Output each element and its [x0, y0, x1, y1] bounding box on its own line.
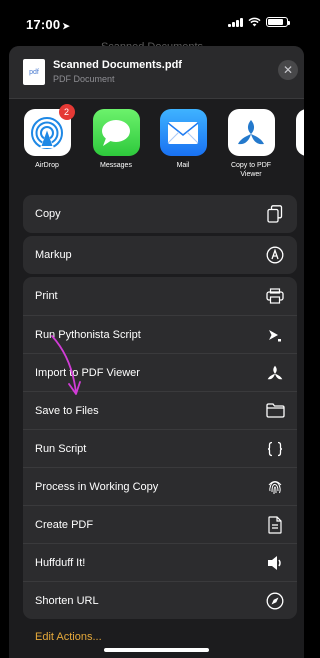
- actions-list-card: Print Run Pythonista Script Import to PD…: [23, 277, 297, 619]
- printer-icon: [265, 286, 285, 306]
- markup-icon: [265, 245, 285, 265]
- notification-badge: 2: [58, 104, 75, 120]
- app-label: Copy to PDF Viewer: [230, 162, 272, 178]
- status-bar: 17:00 ➤: [0, 0, 304, 44]
- app-label: G: [289, 161, 304, 170]
- copy-card: Copy: [23, 195, 297, 233]
- edit-actions-link[interactable]: Edit Actions...: [35, 631, 102, 643]
- action-huffduff-it[interactable]: Huffduff It!: [23, 543, 297, 581]
- action-print[interactable]: Print: [23, 277, 297, 315]
- mail-icon: [159, 109, 207, 156]
- close-button[interactable]: ✕: [278, 60, 298, 80]
- pdf-viewer-icon: [265, 363, 285, 383]
- speaker-icon: [265, 553, 285, 573]
- app-airdrop[interactable]: 2 AirDrop: [17, 104, 77, 170]
- pdf-thumbnail-label: pdf: [29, 68, 39, 76]
- partial-app-icon: [295, 109, 304, 156]
- action-label: Run Script: [35, 442, 87, 455]
- action-save-to-files[interactable]: Save to Files: [23, 391, 297, 429]
- cellular-signal-icon: [228, 17, 243, 27]
- battery-icon: [266, 17, 290, 27]
- app-copy-to-pdf-viewer[interactable]: Copy to PDF Viewer: [221, 109, 281, 179]
- action-run-pythonista-script[interactable]: Run Pythonista Script: [23, 315, 297, 353]
- braces-icon: [265, 439, 285, 459]
- action-label: Shorten URL: [35, 594, 99, 607]
- document-icon: [265, 515, 285, 535]
- action-process-in-working-copy[interactable]: Process in Working Copy: [23, 467, 297, 505]
- action-markup[interactable]: Markup: [23, 236, 297, 274]
- compass-icon: [265, 591, 285, 611]
- status-time: 17:00 ➤: [26, 17, 70, 32]
- action-label: Copy: [35, 208, 61, 220]
- action-label: Print: [35, 290, 58, 302]
- pdf-viewer-icon: [227, 109, 275, 156]
- location-icon: ➤: [62, 21, 70, 31]
- file-name: Scanned Documents.pdf: [53, 59, 182, 71]
- action-run-script[interactable]: Run Script: [23, 429, 297, 467]
- app-messages[interactable]: Messages: [86, 109, 146, 170]
- app-label: Messages: [100, 162, 132, 169]
- action-label: Import to PDF Viewer: [35, 366, 140, 379]
- airdrop-icon: 2: [23, 104, 75, 156]
- status-icons: [228, 17, 290, 27]
- action-label: Markup: [35, 249, 72, 261]
- action-create-pdf[interactable]: Create PDF: [23, 505, 297, 543]
- share-sheet: pdf Scanned Documents.pdf PDF Document ✕…: [9, 46, 304, 658]
- home-indicator[interactable]: [104, 648, 209, 652]
- app-label: Mail: [176, 162, 190, 169]
- app-partial[interactable]: G: [289, 109, 304, 170]
- pythonista-icon: [265, 325, 285, 345]
- share-sheet-header: pdf Scanned Documents.pdf PDF Document ✕: [9, 46, 304, 99]
- action-import-to-pdf-viewer[interactable]: Import to PDF Viewer: [23, 353, 297, 391]
- app-mail[interactable]: Mail: [153, 109, 213, 170]
- app-label: AirDrop: [35, 162, 59, 169]
- wifi-icon: [248, 17, 261, 27]
- action-label: Create PDF: [35, 518, 94, 531]
- copy-icon: [265, 204, 285, 224]
- action-label: Run Pythonista Script: [35, 328, 141, 341]
- folder-icon: [265, 401, 285, 421]
- fingerprint-icon: [265, 477, 285, 497]
- action-label: Huffduff It!: [35, 556, 86, 569]
- pdf-thumbnail-icon: pdf: [23, 59, 45, 85]
- action-shorten-url[interactable]: Shorten URL: [23, 581, 297, 619]
- messages-icon: [92, 109, 140, 156]
- battery-level: [268, 19, 284, 25]
- file-type: PDF Document: [53, 74, 115, 84]
- app-row: 2 AirDrop Messages Mail Copy to PDF View…: [9, 99, 304, 189]
- markup-card: Markup: [23, 236, 297, 274]
- action-label: Save to Files: [35, 404, 99, 417]
- action-label: Process in Working Copy: [35, 480, 159, 493]
- close-icon: ✕: [282, 63, 294, 77]
- action-copy[interactable]: Copy: [23, 195, 297, 233]
